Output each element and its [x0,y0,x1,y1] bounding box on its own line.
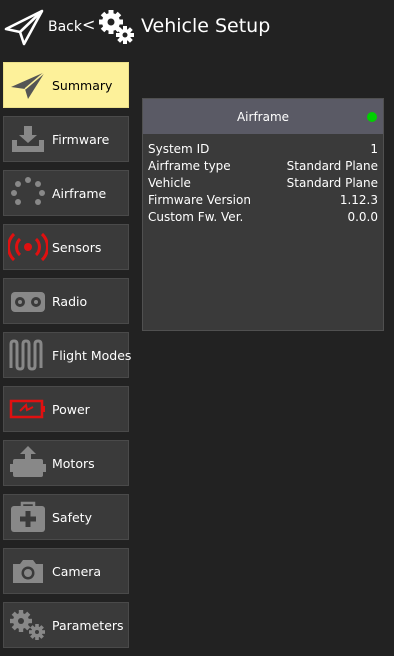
detail-value: 1.12.3 [339,193,378,207]
sidebar-item-label: Camera [52,563,102,579]
status-indicator [367,112,377,122]
camera-icon [8,553,48,589]
detail-value: Standard Plane [286,159,378,173]
sidebar-item-motors[interactable]: Motors [3,440,129,486]
gears-icon [8,607,48,643]
sidebar-item-label: Airframe [52,185,107,201]
sidebar-item-flight-modes[interactable]: Flight Modes [3,332,132,378]
detail-row-system-id: System ID 1 [148,141,378,158]
sidebar-item-label: Summary [52,77,113,93]
header: Back < Vehicle Setup [0,0,394,56]
sidebar-item-parameters[interactable]: Parameters [3,602,129,648]
first-aid-icon [8,499,48,535]
detail-label: Vehicle [148,176,191,190]
paper-plane-icon [8,67,48,103]
detail-row-custom-fw-version: Custom Fw. Ver. 0.0.0 [148,209,378,226]
sidebar-item-label: Flight Modes [52,347,132,363]
sidebar-item-label: Motors [52,455,95,471]
back-label: Back [48,19,82,35]
download-icon [8,121,48,157]
sidebar-item-airframe[interactable]: Airframe [3,170,129,216]
sidebar-item-label: Sensors [52,239,102,255]
battery-icon [8,391,48,427]
airframe-card-title: Airframe [236,109,290,124]
airframe-details: System ID 1 Airframe type Standard Plane… [143,134,383,226]
sidebar-item-label: Safety [52,509,92,525]
sidebar-item-sensors[interactable]: Sensors [3,224,129,270]
breadcrumb-separator: < [82,15,96,34]
radio-icon [8,283,48,319]
detail-label: Custom Fw. Ver. [148,210,244,224]
page-title: Vehicle Setup [141,15,271,37]
detail-value: 0.0.0 [347,210,378,224]
airframe-icon [8,175,48,211]
detail-value: Standard Plane [286,176,378,190]
detail-row-firmware-version: Firmware Version 1.12.3 [148,192,378,209]
motor-icon [8,445,48,481]
sidebar-item-label: Power [52,401,90,417]
detail-label: Firmware Version [148,193,251,207]
detail-row-airframe-type: Airframe type Standard Plane [148,158,378,175]
back-button[interactable]: Back [4,6,82,48]
detail-label: System ID [148,142,210,156]
sidebar-item-firmware[interactable]: Firmware [3,116,129,162]
sidebar-item-power[interactable]: Power [3,386,129,432]
sensors-icon [8,229,48,265]
sidebar-item-label: Radio [52,293,88,309]
sidebar-item-label: Firmware [52,131,110,147]
detail-value: 1 [370,142,378,156]
airframe-card-header[interactable]: Airframe [143,99,383,134]
sidebar-item-label: Parameters [52,617,124,633]
detail-label: Airframe type [148,159,231,173]
detail-row-vehicle: Vehicle Standard Plane [148,175,378,192]
sidebar: Summary Firmware Airframe Sensors Radio … [3,62,132,656]
wave-icon [8,337,48,373]
sidebar-item-safety[interactable]: Safety [3,494,129,540]
sidebar-item-summary[interactable]: Summary [3,62,129,108]
sidebar-item-camera[interactable]: Camera [3,548,129,594]
gears-icon [99,10,134,44]
sidebar-item-radio[interactable]: Radio [3,278,129,324]
airframe-summary-card: Airframe System ID 1 Airframe type Stand… [142,98,384,331]
paper-plane-icon [4,9,44,46]
